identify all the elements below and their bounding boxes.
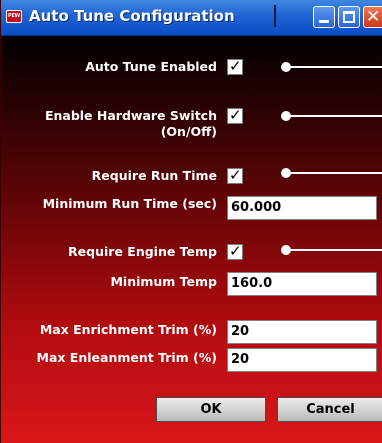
min-run-time-input[interactable]: 60.000: [227, 196, 377, 220]
max-enrichment-input[interactable]: 20: [227, 320, 377, 344]
require-engine-temp-label: Require Engine Temp: [68, 244, 217, 259]
auto-tune-enabled-checkbox[interactable]: ✓: [227, 57, 243, 75]
minimize-icon: [319, 20, 329, 23]
cancel-button[interactable]: Cancel: [277, 397, 382, 422]
connector-line: [281, 62, 382, 72]
text-cursor-icon: [274, 5, 276, 27]
window-title: Auto Tune Configuration: [29, 7, 235, 25]
require-run-time-checkbox[interactable]: ✓: [227, 166, 243, 184]
connector-dot-icon: [281, 111, 291, 121]
min-temp-input[interactable]: 160.0: [227, 272, 377, 296]
connector-dot-icon: [281, 62, 291, 72]
require-run-time-label: Require Run Time: [91, 168, 217, 183]
app-icon: PEW: [6, 10, 22, 23]
close-icon: ✕: [366, 7, 381, 27]
connector-line: [281, 111, 382, 121]
connector-dot-icon: [281, 168, 291, 178]
min-temp-label: Minimum Temp: [110, 274, 217, 289]
checkmark-icon: ✓: [229, 166, 242, 184]
checkmark-icon: ✓: [229, 106, 242, 124]
auto-tune-enabled-label: Auto Tune Enabled: [85, 59, 217, 74]
max-enleanment-input[interactable]: 20: [227, 348, 377, 372]
max-enleanment-label: Max Enleanment Trim (%): [36, 350, 217, 365]
min-run-time-label: Minimum Run Time (sec): [42, 196, 217, 211]
hardware-switch-checkbox[interactable]: ✓: [227, 106, 243, 124]
checkmark-icon: ✓: [229, 242, 242, 260]
connector-line: [281, 168, 382, 178]
hardware-switch-sublabel: (On/Off): [160, 124, 217, 139]
maximize-button[interactable]: [338, 6, 360, 28]
ok-button[interactable]: OK: [156, 397, 266, 422]
require-engine-temp-checkbox[interactable]: ✓: [227, 242, 243, 260]
hardware-switch-label: Enable Hardware Switch: [44, 108, 217, 123]
title-bar[interactable]: PEW Auto Tune Configuration ✕: [1, 0, 382, 36]
auto-tune-dialog: PEW Auto Tune Configuration ✕ Auto Tune …: [0, 0, 382, 443]
connector-dot-icon: [281, 245, 291, 255]
checkmark-icon: ✓: [229, 57, 242, 75]
max-enrichment-label: Max Enrichment Trim (%): [39, 322, 217, 337]
connector-line: [281, 245, 382, 255]
dialog-body: Auto Tune Enabled ✓ Enable Hardware Swit…: [1, 36, 382, 443]
maximize-icon: [343, 11, 355, 23]
minimize-button[interactable]: [313, 6, 335, 28]
close-button[interactable]: ✕: [363, 6, 382, 28]
